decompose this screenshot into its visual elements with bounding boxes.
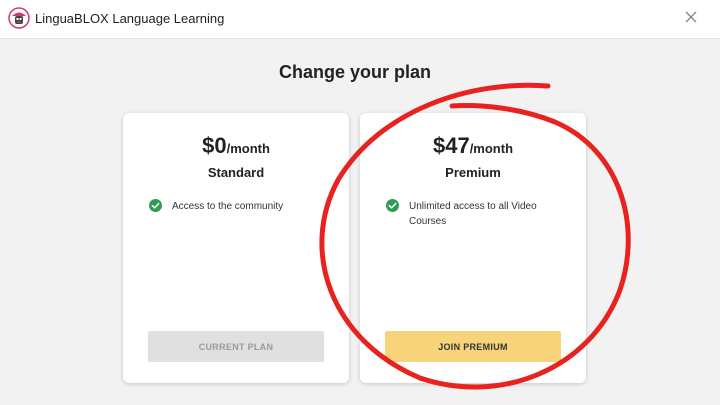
plan-card-standard: $0/month Standard Access to the communit… [123,113,349,383]
price-period: /month [226,141,270,156]
plan-card-premium: $47/month Premium Unlimited access to al… [360,113,586,383]
close-icon[interactable] [680,6,702,28]
price-amount: $0 [202,133,227,158]
plan-name: Premium [445,165,501,180]
plan-price: $47/month [360,133,586,159]
feature-text: Access to the community [172,201,284,212]
feature-item: Unlimited access to all Video Courses [386,199,566,229]
feature-item: Access to the community [149,199,329,214]
check-circle-icon [386,199,399,212]
app-logo-icon [8,7,30,29]
price-amount: $47 [432,133,470,158]
current-plan-button: CURRENT PLAN [148,331,324,362]
price-period: /month [469,141,514,156]
page-title: Change your plan [278,62,431,82]
feature-text: Unlimited access to all Video Courses [409,201,537,227]
join-premium-button[interactable]: JOIN PREMIUM [385,331,561,362]
check-circle-icon [149,199,162,212]
title-bar: LinguaBLOX Language Learning [0,0,720,39]
plan-price: $0/month [123,133,349,159]
plan-name: Standard [207,165,265,180]
app-title: LinguaBLOX Language Learning [35,11,225,26]
